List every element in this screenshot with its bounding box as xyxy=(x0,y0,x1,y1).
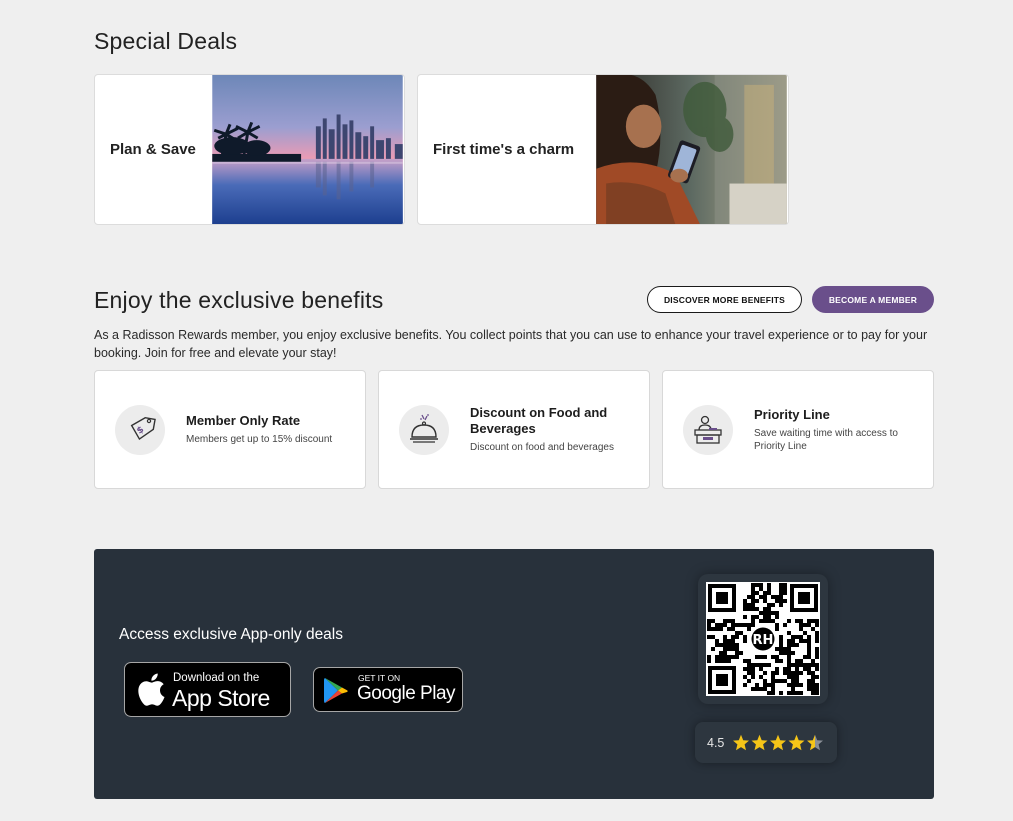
benefits-intro-text: As a Radisson Rewards member, you enjoy … xyxy=(94,328,928,360)
rating-star-icon xyxy=(788,734,805,750)
app-banner-heading: Access exclusive App-only deals xyxy=(119,626,344,643)
deal-card-label: First time's a charm xyxy=(433,141,575,158)
benefit-title: Member Only Rate xyxy=(186,413,301,428)
google-play-small-text: GET IT ON xyxy=(358,673,401,683)
reception-desk-icon xyxy=(683,405,733,455)
become-member-button[interactable]: BECOME A MEMBER xyxy=(812,286,934,313)
price-tag-icon: $ xyxy=(115,405,165,455)
rating-star-icon xyxy=(733,734,750,750)
benefit-card-member-rate: $ Member Only Rate Members get up to 15%… xyxy=(94,370,366,489)
rating-star-icon xyxy=(751,734,768,750)
deal-card-label: Plan & Save xyxy=(110,141,196,158)
apple-icon xyxy=(138,673,165,706)
rating-value: 4.5 xyxy=(707,735,725,750)
food-cloche-icon xyxy=(399,405,449,455)
app-store-small-text: Download on the xyxy=(173,672,260,684)
benefit-description: Discount on food and beverages xyxy=(470,442,614,453)
app-download-banner: Access exclusive App-only deals Download… xyxy=(94,549,934,799)
benefit-description: Members get up to 15% discount xyxy=(186,434,333,445)
city-skyline-image xyxy=(212,75,403,224)
benefit-title: Discount on Food and Beverages xyxy=(470,405,608,436)
google-play-icon xyxy=(324,678,348,703)
special-deals-title: Special Deals xyxy=(94,28,238,54)
deal-card-plan-save[interactable]: Plan & Save xyxy=(94,74,405,225)
benefit-description: Save waiting time with access to Priorit… xyxy=(754,427,898,452)
woman-phone-image xyxy=(596,75,787,224)
benefit-card-priority-line: Priority Line Save waiting time with acc… xyxy=(662,370,934,489)
qr-logo-text: RH xyxy=(753,633,774,648)
app-qr-code: RH xyxy=(698,574,828,704)
google-play-big-text: Google Play xyxy=(357,683,456,704)
rating-stars xyxy=(733,734,824,750)
app-store-big-text: App Store xyxy=(172,685,270,711)
app-rating: 4.5 xyxy=(695,722,837,763)
rating-star-icon xyxy=(807,734,824,750)
discover-more-benefits-button[interactable]: DISCOVER MORE BENEFITS xyxy=(647,286,802,313)
qr-code-icon: RH xyxy=(706,582,820,696)
deal-card-first-time[interactable]: First time's a charm xyxy=(417,74,789,225)
benefit-card-food: Discount on Food and Beverages Discount … xyxy=(378,370,650,489)
benefits-title: Enjoy the exclusive benefits xyxy=(94,287,384,313)
rating-star-icon xyxy=(770,734,787,750)
google-play-button[interactable]: GET IT ON Google Play xyxy=(313,667,463,712)
benefit-title: Priority Line xyxy=(754,406,830,422)
app-store-button[interactable]: Download on the App Store xyxy=(124,662,291,717)
